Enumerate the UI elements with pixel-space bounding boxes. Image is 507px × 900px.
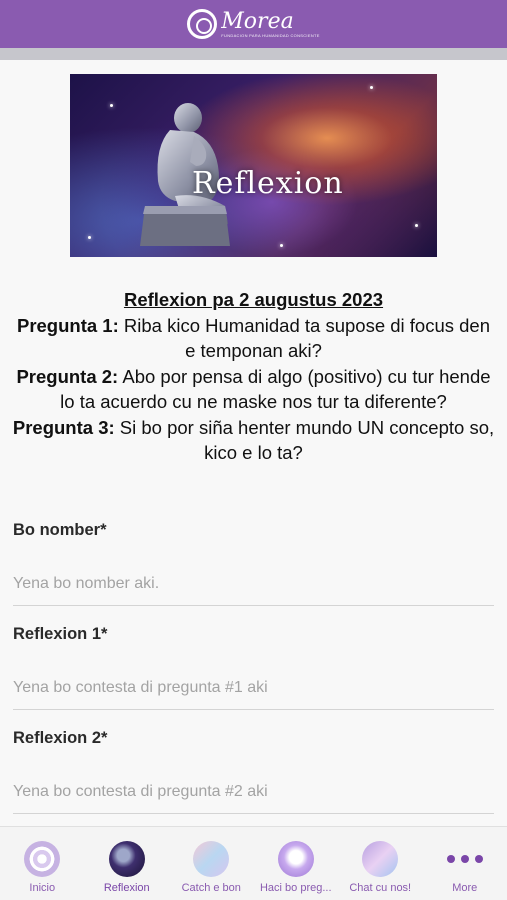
question-3-text: Si bo por siña henter mundo UN concepto …	[114, 416, 495, 464]
reflexion-article: Reflexion pa 2 augustus 2023 Pregunta 1:…	[10, 287, 497, 466]
name-field-group: Bo nomber*	[13, 515, 494, 619]
tab-haci-bo-pregunta-label: Haci bo preg...	[259, 882, 332, 894]
brand-name: Morea	[221, 8, 294, 34]
more-dots-icon	[446, 841, 483, 877]
question-2-label: Pregunta 2:	[16, 365, 119, 387]
spiral-logo-icon	[24, 841, 61, 877]
reflexion-2-input[interactable]	[13, 770, 494, 814]
spiral-logo-icon	[187, 9, 218, 39]
tab-haci-bo-pregunta[interactable]: Haci bo preg...	[254, 827, 339, 900]
question-3-label: Pregunta 3:	[12, 416, 115, 438]
question-1-text: Riba kico Humanidad ta supose di focus d…	[118, 314, 491, 362]
thinker-icon	[108, 841, 145, 877]
chat-image-icon	[362, 841, 399, 877]
tab-chat-cu-nos-label: Chat cu nos!	[349, 882, 412, 894]
tab-reflexion[interactable]: Reflexion	[85, 827, 170, 900]
question-2-text: Abo por pensa di algo (positivo) cu tur …	[60, 365, 491, 413]
reflexion-1-field-group: Reflexion 1*	[13, 619, 494, 723]
question-3: Pregunta 3: Si bo por siña henter mundo …	[10, 415, 497, 466]
page-content: Reflexion Reflexion pa 2 augustus 2023 P…	[0, 60, 507, 826]
reflexion-2-label: Reflexion 2*	[13, 729, 108, 747]
tab-inicio-label: Inicio	[29, 882, 56, 894]
question-image-icon	[277, 841, 314, 877]
reflexion-2-field-group: Reflexion 2*	[13, 723, 494, 827]
reflexion-1-input[interactable]	[13, 666, 494, 710]
banner-title: Reflexion	[192, 166, 344, 201]
bottom-tab-bar: Inicio Reflexion Catch e bon Haci bo pre…	[0, 826, 507, 900]
question-2: Pregunta 2: Abo por pensa di algo (posit…	[10, 364, 497, 415]
reflexion-form: Bo nomber* Reflexion 1* Reflexion 2*	[13, 515, 494, 827]
reflexion-1-label: Reflexion 1*	[13, 625, 108, 643]
question-1-label: Pregunta 1:	[16, 314, 119, 336]
header-divider	[0, 48, 507, 60]
article-title: Reflexion pa 2 augustus 2023	[123, 289, 384, 310]
name-field-label: Bo nomber*	[13, 521, 107, 539]
tab-inicio[interactable]: Inicio	[0, 827, 85, 900]
app-header: Morea FUNDACION PARA HUMANIDAD CONSCIENT…	[0, 0, 507, 48]
question-1: Pregunta 1: Riba kico Humanidad ta supos…	[10, 313, 497, 364]
tab-reflexion-label: Reflexion	[103, 882, 150, 894]
tab-chat-cu-nos[interactable]: Chat cu nos!	[338, 827, 423, 900]
tab-more-label: More	[452, 882, 478, 894]
reflexion-banner-image: Reflexion	[70, 74, 437, 257]
name-input[interactable]	[13, 562, 494, 606]
tab-catch-e-bon[interactable]: Catch e bon	[169, 827, 254, 900]
brand-logo[interactable]: Morea FUNDACION PARA HUMANIDAD CONSCIENT…	[187, 9, 319, 39]
catch-image-icon	[193, 841, 230, 877]
brand-tagline: FUNDACION PARA HUMANIDAD CONSCIENTE	[221, 32, 320, 38]
tab-catch-e-bon-label: Catch e bon	[181, 882, 241, 894]
tab-more[interactable]: More	[423, 827, 507, 900]
